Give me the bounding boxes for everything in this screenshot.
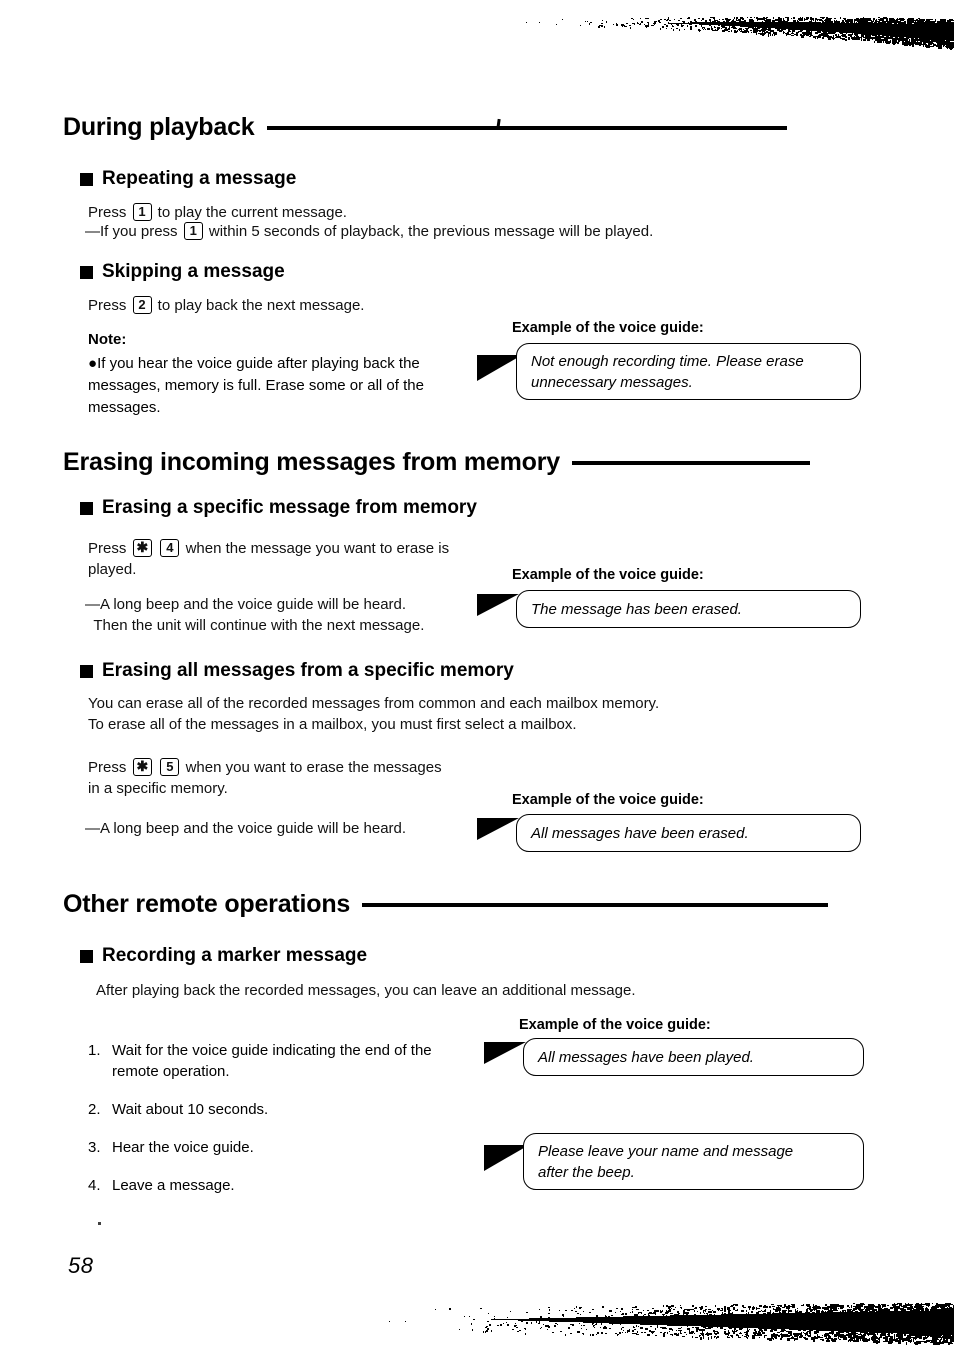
bullet-square-icon — [80, 265, 93, 279]
callout-text: The message has been erased. — [531, 600, 742, 618]
bullet-square-icon — [80, 501, 93, 515]
step-text: Wait about 10 seconds. — [112, 1101, 269, 1118]
subheading-skipping-a-message: Skipping a message — [80, 261, 285, 283]
subheading-label: Skipping a message — [102, 261, 285, 282]
scan-speck — [98, 1222, 101, 1225]
bullet-square-icon — [80, 949, 93, 963]
section-heading-during-playback: During playback — [63, 113, 787, 142]
callout-pointer-2 — [477, 594, 519, 616]
erase-specific-press-text: when the message you want to erase is — [185, 540, 450, 557]
callout-pointer-4 — [484, 1042, 526, 1064]
repeating-instruction-line-1: Press 1 to play the current message. — [88, 203, 347, 221]
erase-all-result: —A long beep and the voice guide will be… — [85, 820, 407, 837]
key-1: 1 — [132, 203, 152, 221]
subheading-erasing-all-messages: Erasing all messages from a specific mem… — [80, 660, 514, 682]
note-label: Note: — [88, 331, 127, 348]
callout-label-1: Example of the voice guide: — [512, 320, 704, 336]
note-bullet-item: ●If you hear the voice guide after playi… — [88, 353, 488, 419]
subheading-label: Erasing all messages from a specific mem… — [102, 660, 514, 681]
callout-text: Please leave your name and message after… — [538, 1142, 794, 1181]
step-text: Hear the voice guide. — [112, 1139, 254, 1156]
key-5: 5 — [160, 758, 180, 776]
scan-edge-artifact-top — [520, 0, 954, 52]
section-title: Erasing incoming messages from memory — [63, 448, 560, 476]
heading-rule — [266, 125, 787, 130]
erase-specific-press-line: Press ✱ 4 when the message you want to e… — [88, 538, 508, 580]
marker-intro: After playing back the recorded messages… — [96, 982, 636, 999]
step-number: 4. — [88, 1177, 101, 1194]
callout-text: All messages have been played. — [538, 1048, 754, 1066]
erase-all-intro: You can erase all of the recorded messag… — [88, 695, 660, 733]
step-item-3: 3. Hear the voice guide. — [88, 1137, 508, 1158]
section-title: During playback — [63, 113, 255, 141]
callout-pointer-3 — [477, 818, 519, 840]
step-text: Leave a message. — [112, 1177, 235, 1194]
step-number: 2. — [88, 1101, 101, 1118]
step-number: 3. — [88, 1139, 101, 1156]
subheading-erasing-specific-message: Erasing a specific message from memory — [80, 497, 477, 519]
callout-label-2: Example of the voice guide: — [512, 567, 704, 583]
heading-rule — [362, 902, 829, 907]
callout-box-5: Please leave your name and message after… — [523, 1133, 864, 1190]
callout-label-3: Example of the voice guide: — [512, 792, 704, 808]
key-star: ✱ — [132, 539, 153, 557]
callout-text: Not enough recording time. Please erase … — [531, 352, 804, 391]
callout-box-2: The message has been erased. — [516, 590, 861, 628]
note-text: If you hear the voice guide after playin… — [88, 355, 424, 416]
subheading-repeating-a-message: Repeating a message — [80, 168, 296, 190]
callout-box-1: Not enough recording time. Please erase … — [516, 343, 861, 400]
step-number: 1. — [88, 1042, 101, 1059]
scan-edge-artifact-bottom — [380, 1288, 954, 1348]
subheading-label: Repeating a message — [102, 168, 297, 189]
callout-label-4: Example of the voice guide: — [519, 1017, 711, 1033]
page-number: 58 — [68, 1253, 94, 1278]
skipping-instruction: Press 2 to play back the next message. — [88, 296, 365, 314]
key-1: 1 — [183, 222, 203, 240]
repeating-instruction-line-2: —If you press 1 within 5 seconds of play… — [85, 222, 654, 240]
section-title: Other remote operations — [63, 890, 351, 918]
callout-text: All messages have been erased. — [531, 824, 749, 842]
heading-rule — [571, 460, 810, 465]
subheading-recording-marker-message: Recording a marker message — [80, 945, 367, 967]
subheading-label: Recording a marker message — [102, 945, 368, 966]
key-4: 4 — [160, 539, 180, 557]
erase-all-press-text: when you want to erase the messages — [185, 759, 442, 776]
erase-all-press-text-2: in a specific memory. — [88, 780, 228, 797]
step-item-4: 4. Leave a message. — [88, 1175, 508, 1196]
step-item-1: 1. Wait for the voice guide indicating t… — [88, 1040, 508, 1082]
key-star: ✱ — [132, 758, 153, 776]
press-word: Press — [88, 759, 127, 776]
step-item-2: 2. Wait about 10 seconds. — [88, 1099, 508, 1120]
erase-specific-result: —A long beep and the voice guide will be… — [85, 596, 425, 634]
erase-specific-press-text-2: played. — [88, 561, 137, 578]
section-heading-other-remote-operations: Other remote operations — [63, 890, 829, 919]
callout-box-3: All messages have been erased. — [516, 814, 861, 852]
callout-box-4: All messages have been played. — [523, 1038, 864, 1076]
subheading-label: Erasing a specific message from memory — [102, 497, 477, 518]
press-word: Press — [88, 540, 127, 557]
section-heading-erasing-incoming-messages: Erasing incoming messages from memory — [63, 448, 810, 477]
bullet-square-icon — [80, 172, 93, 186]
key-2: 2 — [132, 296, 152, 314]
step-text: Wait for the voice guide indicating the … — [112, 1042, 432, 1080]
bullet-dot-icon: ● — [88, 355, 98, 372]
document-page: During playback Repeating a message Pres… — [0, 0, 954, 1349]
bullet-square-icon — [80, 664, 93, 678]
erase-all-press-line: Press ✱ 5 when you want to erase the mes… — [88, 757, 518, 799]
